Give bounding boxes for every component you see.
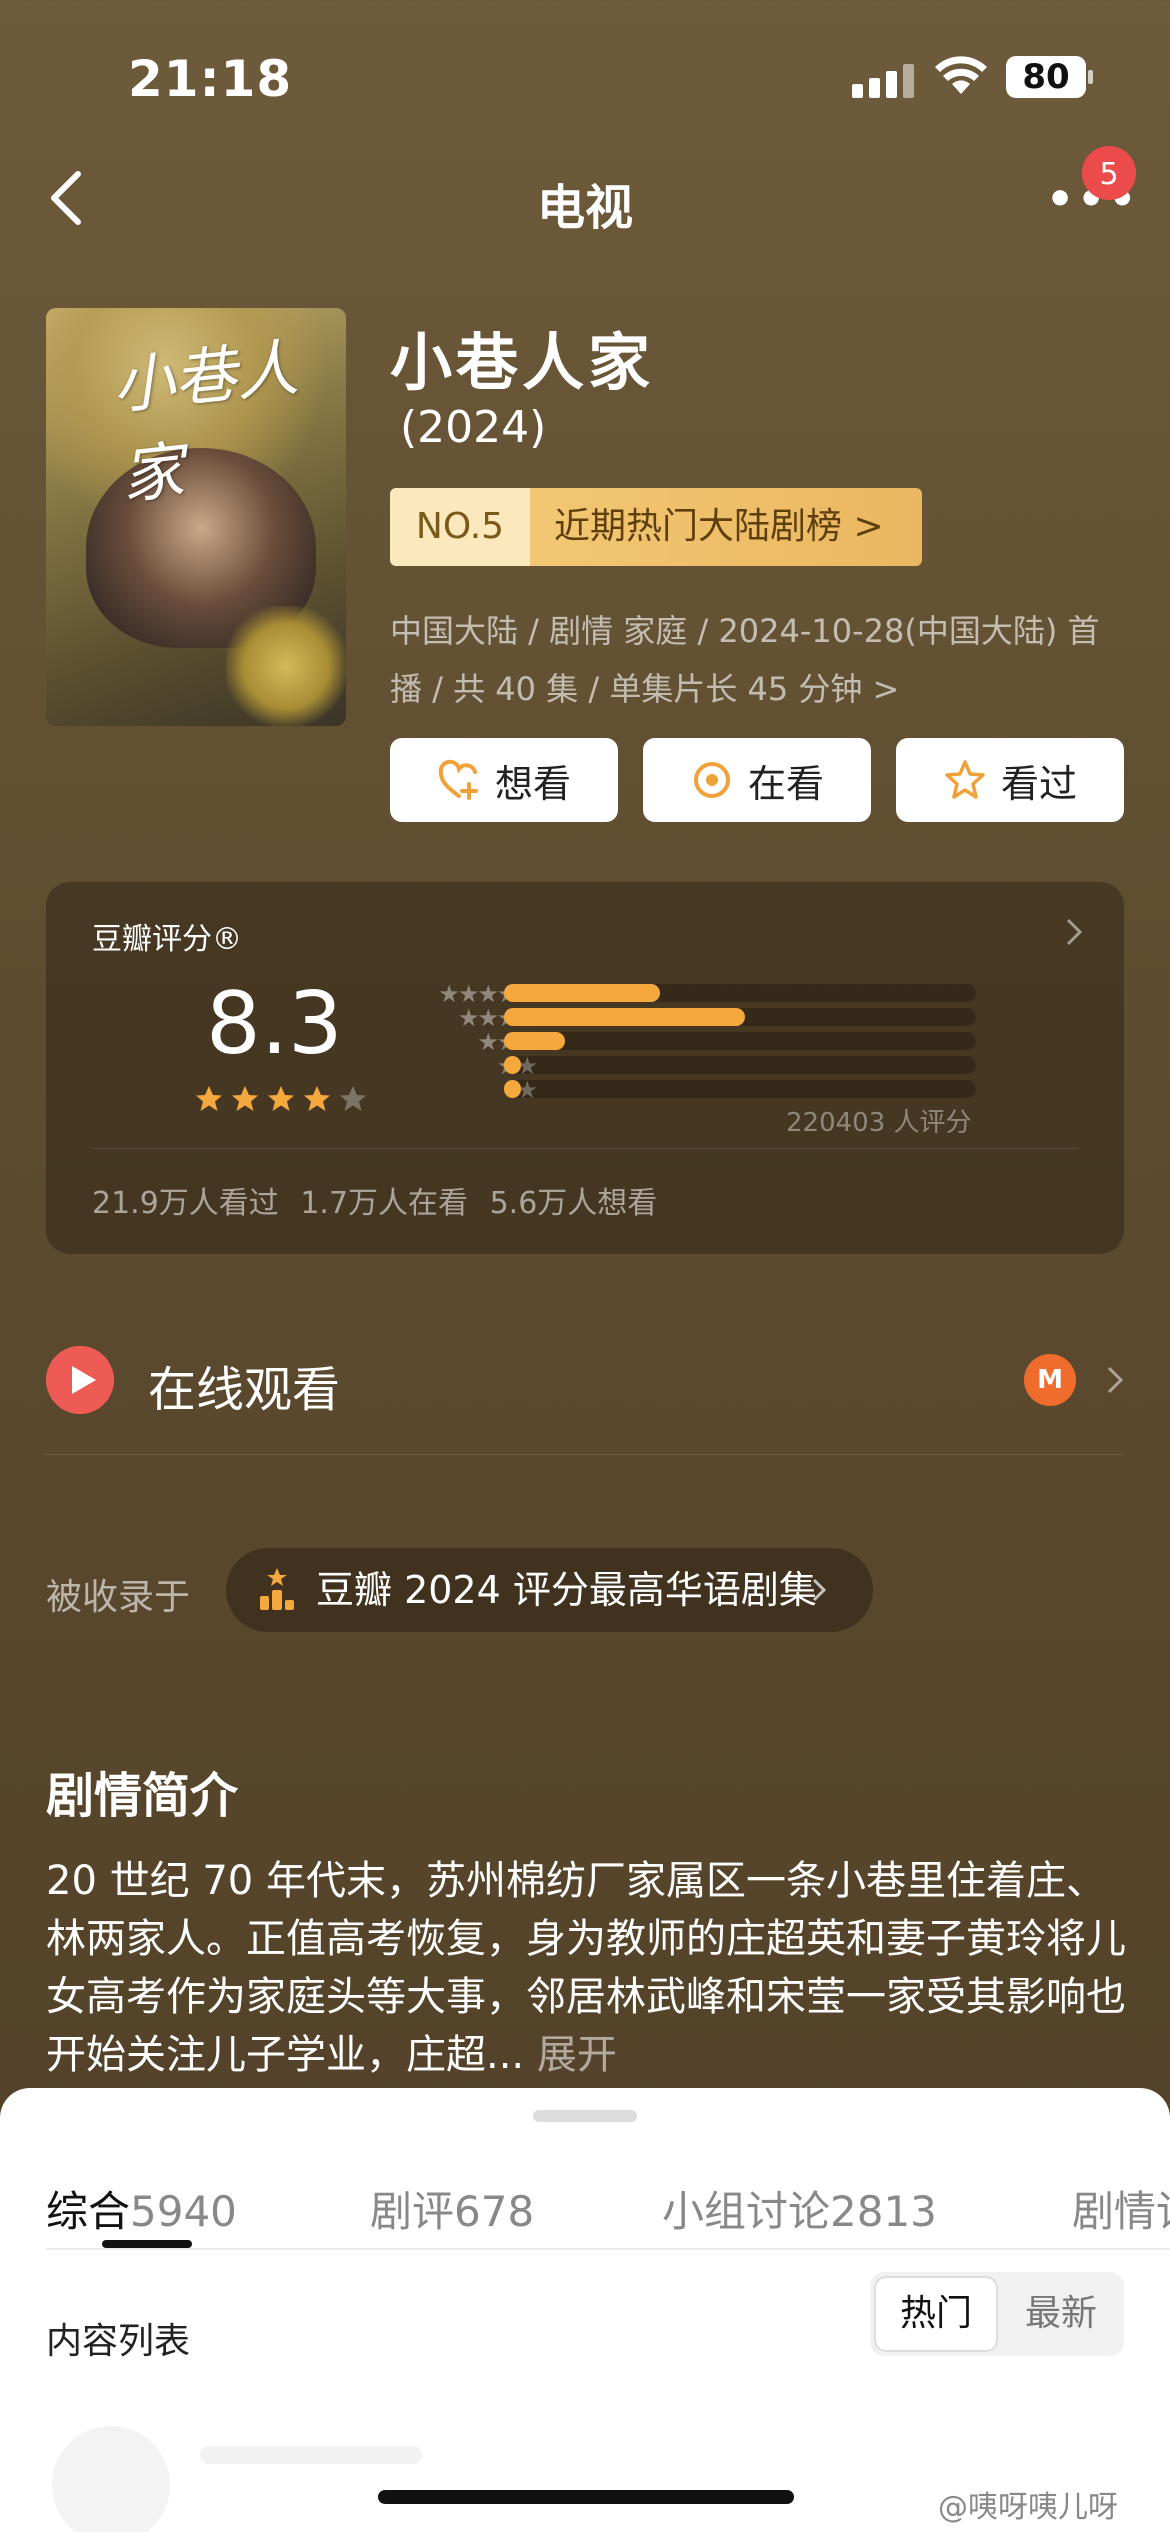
collected-list-pill[interactable]: 豆瓣 2024 评分最高华语剧集 — [226, 1548, 873, 1632]
notification-badge: 5 — [1082, 146, 1136, 200]
watermark: @咦呀咦儿呀 — [938, 2490, 1118, 2525]
tab-reviews-label: 剧评 — [370, 2187, 455, 2236]
sort-hot-button[interactable]: 热门 — [874, 2276, 998, 2352]
show-meta[interactable]: 中国大陆 / 剧情 家庭 / 2024-10-28(中国大陆) 首 播 / 共 … — [390, 602, 1130, 718]
chevron-right-icon[interactable] — [1104, 1360, 1126, 1400]
divider — [46, 1454, 1124, 1455]
target-icon — [693, 762, 730, 798]
meta-line-1: 中国大陆 / 剧情 家庭 / 2024-10-28(中国大陆) 首 — [390, 612, 1100, 650]
collected-label: 被收录于 — [46, 1577, 191, 1618]
poster-title: 小巷人家 — [108, 330, 302, 513]
drag-handle[interactable] — [533, 2110, 637, 2122]
rating-stars — [194, 1084, 368, 1114]
online-watch-label[interactable]: 在线观看 — [148, 1350, 340, 1420]
text-placeholder — [200, 2446, 422, 2464]
rating-bar-4 — [504, 1008, 976, 1026]
battery-indicator: 80 — [1006, 56, 1086, 98]
rating-bar-5 — [504, 984, 976, 1002]
show-title: 小巷人家 — [390, 326, 655, 399]
rating-votes: 220403 人评分 — [786, 1108, 972, 1138]
tab-reviews[interactable]: 剧评678 — [370, 2178, 534, 2239]
status-time: 21:18 — [128, 50, 293, 108]
ranking-icon — [260, 1568, 294, 1610]
rating-star-icon — [304, 1086, 330, 1111]
tab-overall-count: 5940 — [130, 2187, 237, 2236]
home-indicator[interactable] — [378, 2490, 794, 2504]
tab-reviews-count: 678 — [454, 2187, 535, 2236]
tab-plot-label: 剧情讨 — [1072, 2187, 1170, 2236]
platform-logo-icon[interactable]: M — [1024, 1354, 1076, 1406]
discussion-sheet[interactable]: 综合5940 剧评678 小组讨论2813 剧情讨 内容列表 热门 最新 — [0, 2088, 1170, 2532]
tab-group-label: 小组讨论 — [662, 2187, 831, 2236]
sort-new-button[interactable]: 最新 — [1000, 2276, 1122, 2352]
tab-plot-discussion[interactable]: 剧情讨 — [1072, 2178, 1170, 2239]
tab-overall[interactable]: 综合5940 — [46, 2178, 237, 2239]
avatar-placeholder — [52, 2426, 170, 2532]
rating-bar-1 — [504, 1080, 976, 1098]
tab-group-count: 2813 — [830, 2187, 937, 2236]
chevron-right-icon — [812, 1578, 827, 1602]
synopsis-text[interactable]: 20 世纪 70 年代末，苏州棉纺厂家属区一条小巷里住着庄、林两家人。正值高考恢… — [46, 1852, 1136, 2084]
meta-line-2: 播 / 共 40 集 / 单集片长 45 分钟 > — [390, 670, 900, 708]
rating-star-icon — [232, 1086, 258, 1111]
play-icon[interactable] — [46, 1346, 114, 1414]
wifi-icon — [935, 56, 987, 94]
cellular-signal-icon — [852, 62, 914, 98]
tab-overall-label: 综合 — [46, 2187, 131, 2236]
want-to-watch-label: 想看 — [494, 761, 571, 806]
watched-button[interactable]: 看过 — [896, 738, 1124, 822]
rating-card[interactable]: 豆瓣评分® 8.3 ★★★★★ ★★★★ ★★★ ★★ ★ 220403 人评分… — [46, 882, 1124, 1254]
active-tab-indicator — [102, 2240, 192, 2248]
rating-bar-2 — [504, 1056, 976, 1074]
poster-image[interactable]: 小巷人家 — [46, 308, 346, 726]
want-to-watch-button[interactable]: 想看 — [390, 738, 618, 822]
synopsis-title: 剧情简介 — [46, 1768, 239, 1824]
watching-button[interactable]: 在看 — [643, 738, 871, 822]
expand-link[interactable]: 展开 — [537, 2032, 617, 2078]
divider — [46, 2248, 1170, 2250]
divider — [92, 1148, 1078, 1149]
rating-score: 8.3 — [206, 974, 343, 1074]
rating-bar-3 — [504, 1032, 976, 1050]
douban-rating-label: 豆瓣评分® — [92, 922, 242, 957]
rank-label: 近期热门大陆剧榜 > — [530, 488, 922, 566]
tab-group-discussion[interactable]: 小组讨论2813 — [662, 2178, 937, 2239]
star-outline-icon — [945, 760, 985, 799]
rating-star-icon — [340, 1086, 366, 1111]
rating-star-icon — [196, 1086, 222, 1111]
rank-badge[interactable]: NO.5 近期热门大陆剧榜 > — [390, 488, 922, 566]
heart-plus-icon — [438, 759, 478, 800]
watching-label: 在看 — [747, 761, 824, 806]
rank-number: NO.5 — [390, 488, 530, 566]
watched-label: 看过 — [1000, 761, 1077, 806]
battery-tip — [1088, 70, 1093, 84]
show-year: (2024) — [400, 402, 547, 453]
rating-star-icon — [268, 1086, 294, 1111]
chevron-right-icon — [1066, 918, 1083, 946]
page-title: 电视 — [536, 180, 633, 236]
content-list-title: 内容列表 — [46, 2321, 191, 2362]
watch-stats: 21.9万人看过 1.7万人在看 5.6万人想看 — [92, 1186, 658, 1221]
